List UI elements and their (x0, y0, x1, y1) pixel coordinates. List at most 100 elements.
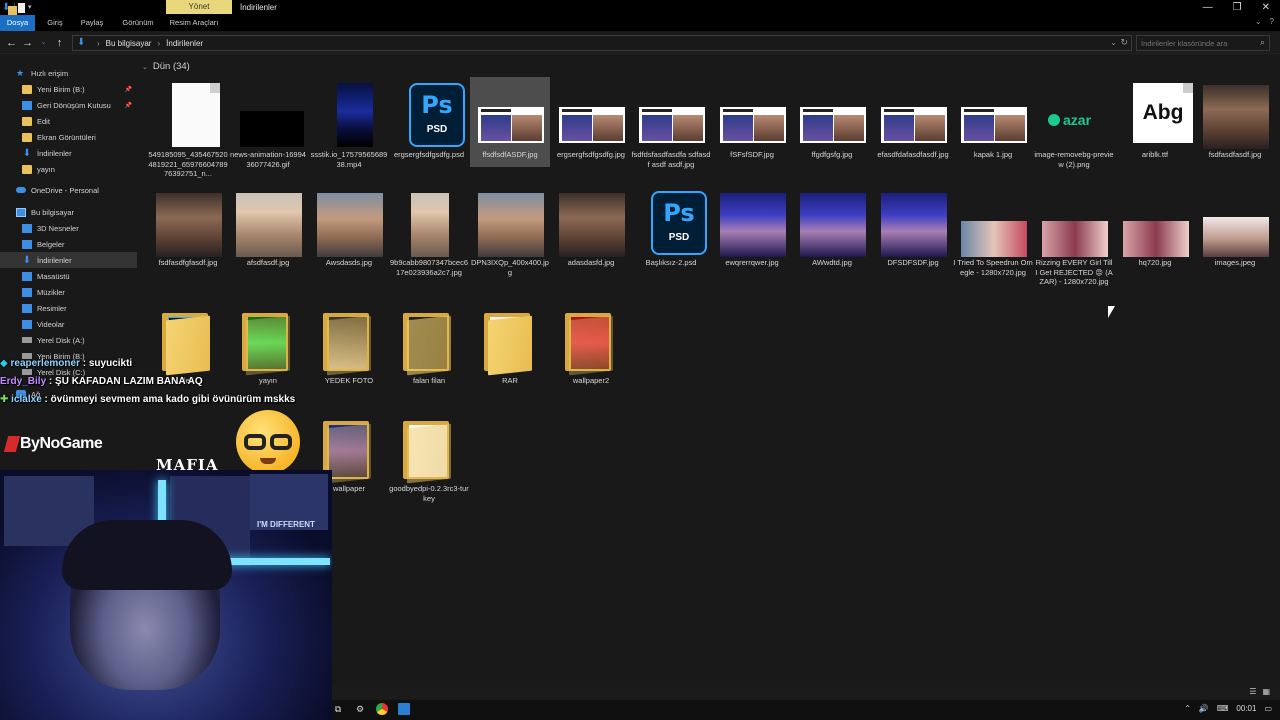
file-item[interactable]: Abg ariblk.ttf (1115, 77, 1195, 177)
file-item[interactable]: fSFsfSDF.jpg (712, 77, 792, 177)
group-header[interactable]: ⌄ Dün (34) (142, 61, 190, 72)
language-icon[interactable]: ⌨ (1217, 704, 1229, 713)
disk-icon (22, 369, 32, 375)
properties-icon[interactable] (18, 3, 25, 13)
chat-message: ◆ reaperlemoner : suyucikti (0, 358, 132, 369)
folder-item[interactable]: ler (148, 303, 228, 403)
sidebar-item-disk-a[interactable]: Yerel Disk (A:) (0, 332, 137, 348)
restore-icon[interactable]: ❐ (1233, 2, 1242, 13)
task-view-icon[interactable]: ⧉ (332, 703, 344, 715)
tab-file[interactable]: Dosya (0, 15, 35, 31)
sidebar-item-downloads[interactable]: ⬇ İndirilenler (0, 252, 137, 268)
refresh-icon[interactable]: ↻ (1120, 37, 1128, 48)
file-item[interactable]: ergsergfsdfgsdfg.jpg (551, 77, 631, 177)
file-item[interactable]: fsdfasdfasdf.jpg (1195, 77, 1275, 177)
file-item-selected[interactable]: ffsdfsdfASDF.jpg (470, 77, 550, 167)
file-name: Awsdasds.jpg (325, 258, 373, 267)
tab-view[interactable]: Görünüm (114, 15, 162, 31)
customize-toolbar-icon[interactable]: ▾ (28, 3, 37, 13)
sidebar-item-music[interactable]: Müzikler (0, 284, 137, 300)
file-item[interactable]: news-animation-1699436077426.gif (228, 77, 308, 177)
file-item[interactable]: DPN3IXQp_400x400.jpg (470, 185, 550, 285)
tab-picture-tools[interactable]: Resim Araçları (162, 15, 226, 31)
file-item[interactable]: I Tried To Speedrun Omegle - 1280x720.jp… (953, 185, 1033, 295)
recent-locations-icon[interactable]: ⌄ (38, 36, 49, 50)
chat-message: ✚ iclalxe : övünmeyi sevmem ama kado gib… (0, 394, 295, 405)
file-item[interactable]: hq720.jpg (1115, 185, 1195, 285)
sidebar-item-documents[interactable]: Belgeler (0, 236, 137, 252)
file-item[interactable]: kapak 1.jpg (953, 77, 1033, 177)
sidebar-item-quick-access[interactable]: ★ Hızlı erişim (0, 65, 137, 81)
address-bar[interactable]: ⬇ › Bu bilgisayar › İndirilenler ⌄ ↻ (72, 35, 1132, 51)
desktop-icon (22, 271, 32, 281)
chevron-up-icon[interactable]: ⌃ (1184, 704, 1191, 713)
file-item[interactable]: azar image-removebg-preview (2).png (1034, 77, 1114, 177)
folder-item[interactable]: goodbyedpi-0.2.3rc3-turkey (389, 411, 469, 511)
clock[interactable]: 00:01 (1236, 704, 1256, 713)
folder-item[interactable]: falan filan (389, 303, 469, 403)
file-item[interactable]: efasdfdafasdfasdf.jpg (873, 77, 953, 177)
file-item[interactable]: ssstik.io_1757956568938.mp4 (309, 77, 389, 177)
sidebar-item-onedrive[interactable]: OneDrive - Personal (0, 182, 137, 198)
settings-icon[interactable]: ⚙ (354, 703, 366, 715)
file-item[interactable]: AWwdtd.jpg (792, 185, 872, 285)
file-item[interactable]: Ps PSD ergsergfsdfgsdfg.psd (389, 77, 469, 177)
chevron-down-icon[interactable]: ⌄ (1110, 38, 1117, 47)
file-item[interactable]: Ps PSD Başlıksız-2.psd (631, 185, 711, 285)
chat-text: : ŞU KAFADAN LAZIM BANA AQ (48, 376, 203, 387)
sidebar-item-downloads-quick[interactable]: ⬇ İndirilenler (0, 145, 137, 161)
back-icon[interactable]: ← (6, 36, 17, 50)
expand-ribbon-icon[interactable]: ⌄ (1255, 17, 1262, 26)
help-icon[interactable]: ? (1270, 17, 1274, 26)
brand-name: ByNoGame (20, 435, 103, 452)
file-item[interactable]: fsdfdsfasdfasdfa sdfasdf asdf asdf.jpg (631, 77, 711, 177)
sidebar-item-recycle-bin[interactable]: Geri Dönüşüm Kutusu 📌 (0, 97, 137, 113)
forward-icon[interactable]: → (22, 36, 33, 50)
chrome-icon[interactable] (376, 703, 388, 715)
download-icon: ⬇ (22, 254, 32, 266)
file-item[interactable]: afsdfasdf.jpg (228, 185, 308, 285)
minimize-icon[interactable]: — (1203, 2, 1213, 13)
search-input[interactable] (1137, 36, 1247, 50)
sidebar-item-3d-objects[interactable]: 3D Nesneler (0, 220, 137, 236)
breadcrumb-downloads[interactable]: İndirilenler (166, 39, 203, 48)
context-tab-manage[interactable]: Yönet (166, 0, 232, 14)
sidebar-item-pictures[interactable]: Resimler (0, 300, 137, 316)
sidebar-item-edit[interactable]: Edit (0, 113, 137, 129)
mouse-cursor-icon (1108, 306, 1115, 318)
up-icon[interactable]: ↑ (54, 36, 65, 50)
details-view-icon[interactable]: ☰ (1249, 687, 1256, 696)
sidebar-item-desktop[interactable]: Masaüstü (0, 268, 137, 284)
sidebar-item-label: Bu bilgisayar (31, 207, 74, 217)
breadcrumb-this-pc[interactable]: Bu bilgisayar (106, 39, 152, 48)
sidebar-item-videos[interactable]: Videolar (0, 316, 137, 332)
sidebar-item-screenshots[interactable]: Ekran Görüntüleri (0, 129, 137, 145)
file-name: ssstik.io_1757956568938.mp4 (310, 150, 388, 169)
photo-thumbnail (800, 191, 866, 257)
file-item[interactable]: fsdfasdfgfasdf.jpg (148, 185, 228, 285)
tab-share[interactable]: Paylaş (70, 15, 114, 31)
folder-item[interactable]: yayın (228, 303, 308, 403)
sidebar-item-yayin[interactable]: yayın (0, 161, 137, 177)
sidebar-item-this-pc[interactable]: Bu bilgisayar (0, 204, 137, 220)
file-item[interactable]: ffgdfgsfg.jpg (792, 77, 872, 177)
file-item[interactable]: Rizzing EVERY Girl Till I Get REJECTED 😡… (1034, 185, 1114, 305)
photoshop-icon[interactable] (398, 703, 410, 715)
file-item[interactable]: DFSDFSDF.jpg (873, 185, 953, 285)
large-icons-view-icon[interactable]: ▦ (1262, 687, 1270, 696)
file-item[interactable]: ewqrerrqwer.jpg (712, 185, 792, 285)
folder-item[interactable]: RAR (470, 303, 550, 403)
file-item[interactable]: 549185095_4354675204819221_6597660478976… (148, 77, 228, 187)
sidebar-item-label: İndirilenler (37, 255, 72, 265)
folder-item[interactable]: YEDEK FOTO (309, 303, 389, 403)
file-item[interactable]: adasdasfd.jpg (551, 185, 631, 285)
notification-icon[interactable]: ▭ (1264, 704, 1272, 713)
file-item[interactable]: 9b9cabb9807347bcec617e023936a2c7.jpg (389, 185, 469, 295)
tab-home[interactable]: Giriş (40, 15, 70, 31)
close-icon[interactable]: ✕ (1262, 2, 1270, 13)
folder-item[interactable]: wallpaper2 (551, 303, 631, 403)
file-item[interactable]: images.jpeg (1195, 185, 1275, 285)
file-item[interactable]: Awsdasds.jpg (309, 185, 389, 285)
sidebar-item-drive-b[interactable]: Yeni Birim (B:) 📌 (0, 81, 137, 97)
volume-icon[interactable]: 🔊 (1199, 704, 1209, 713)
